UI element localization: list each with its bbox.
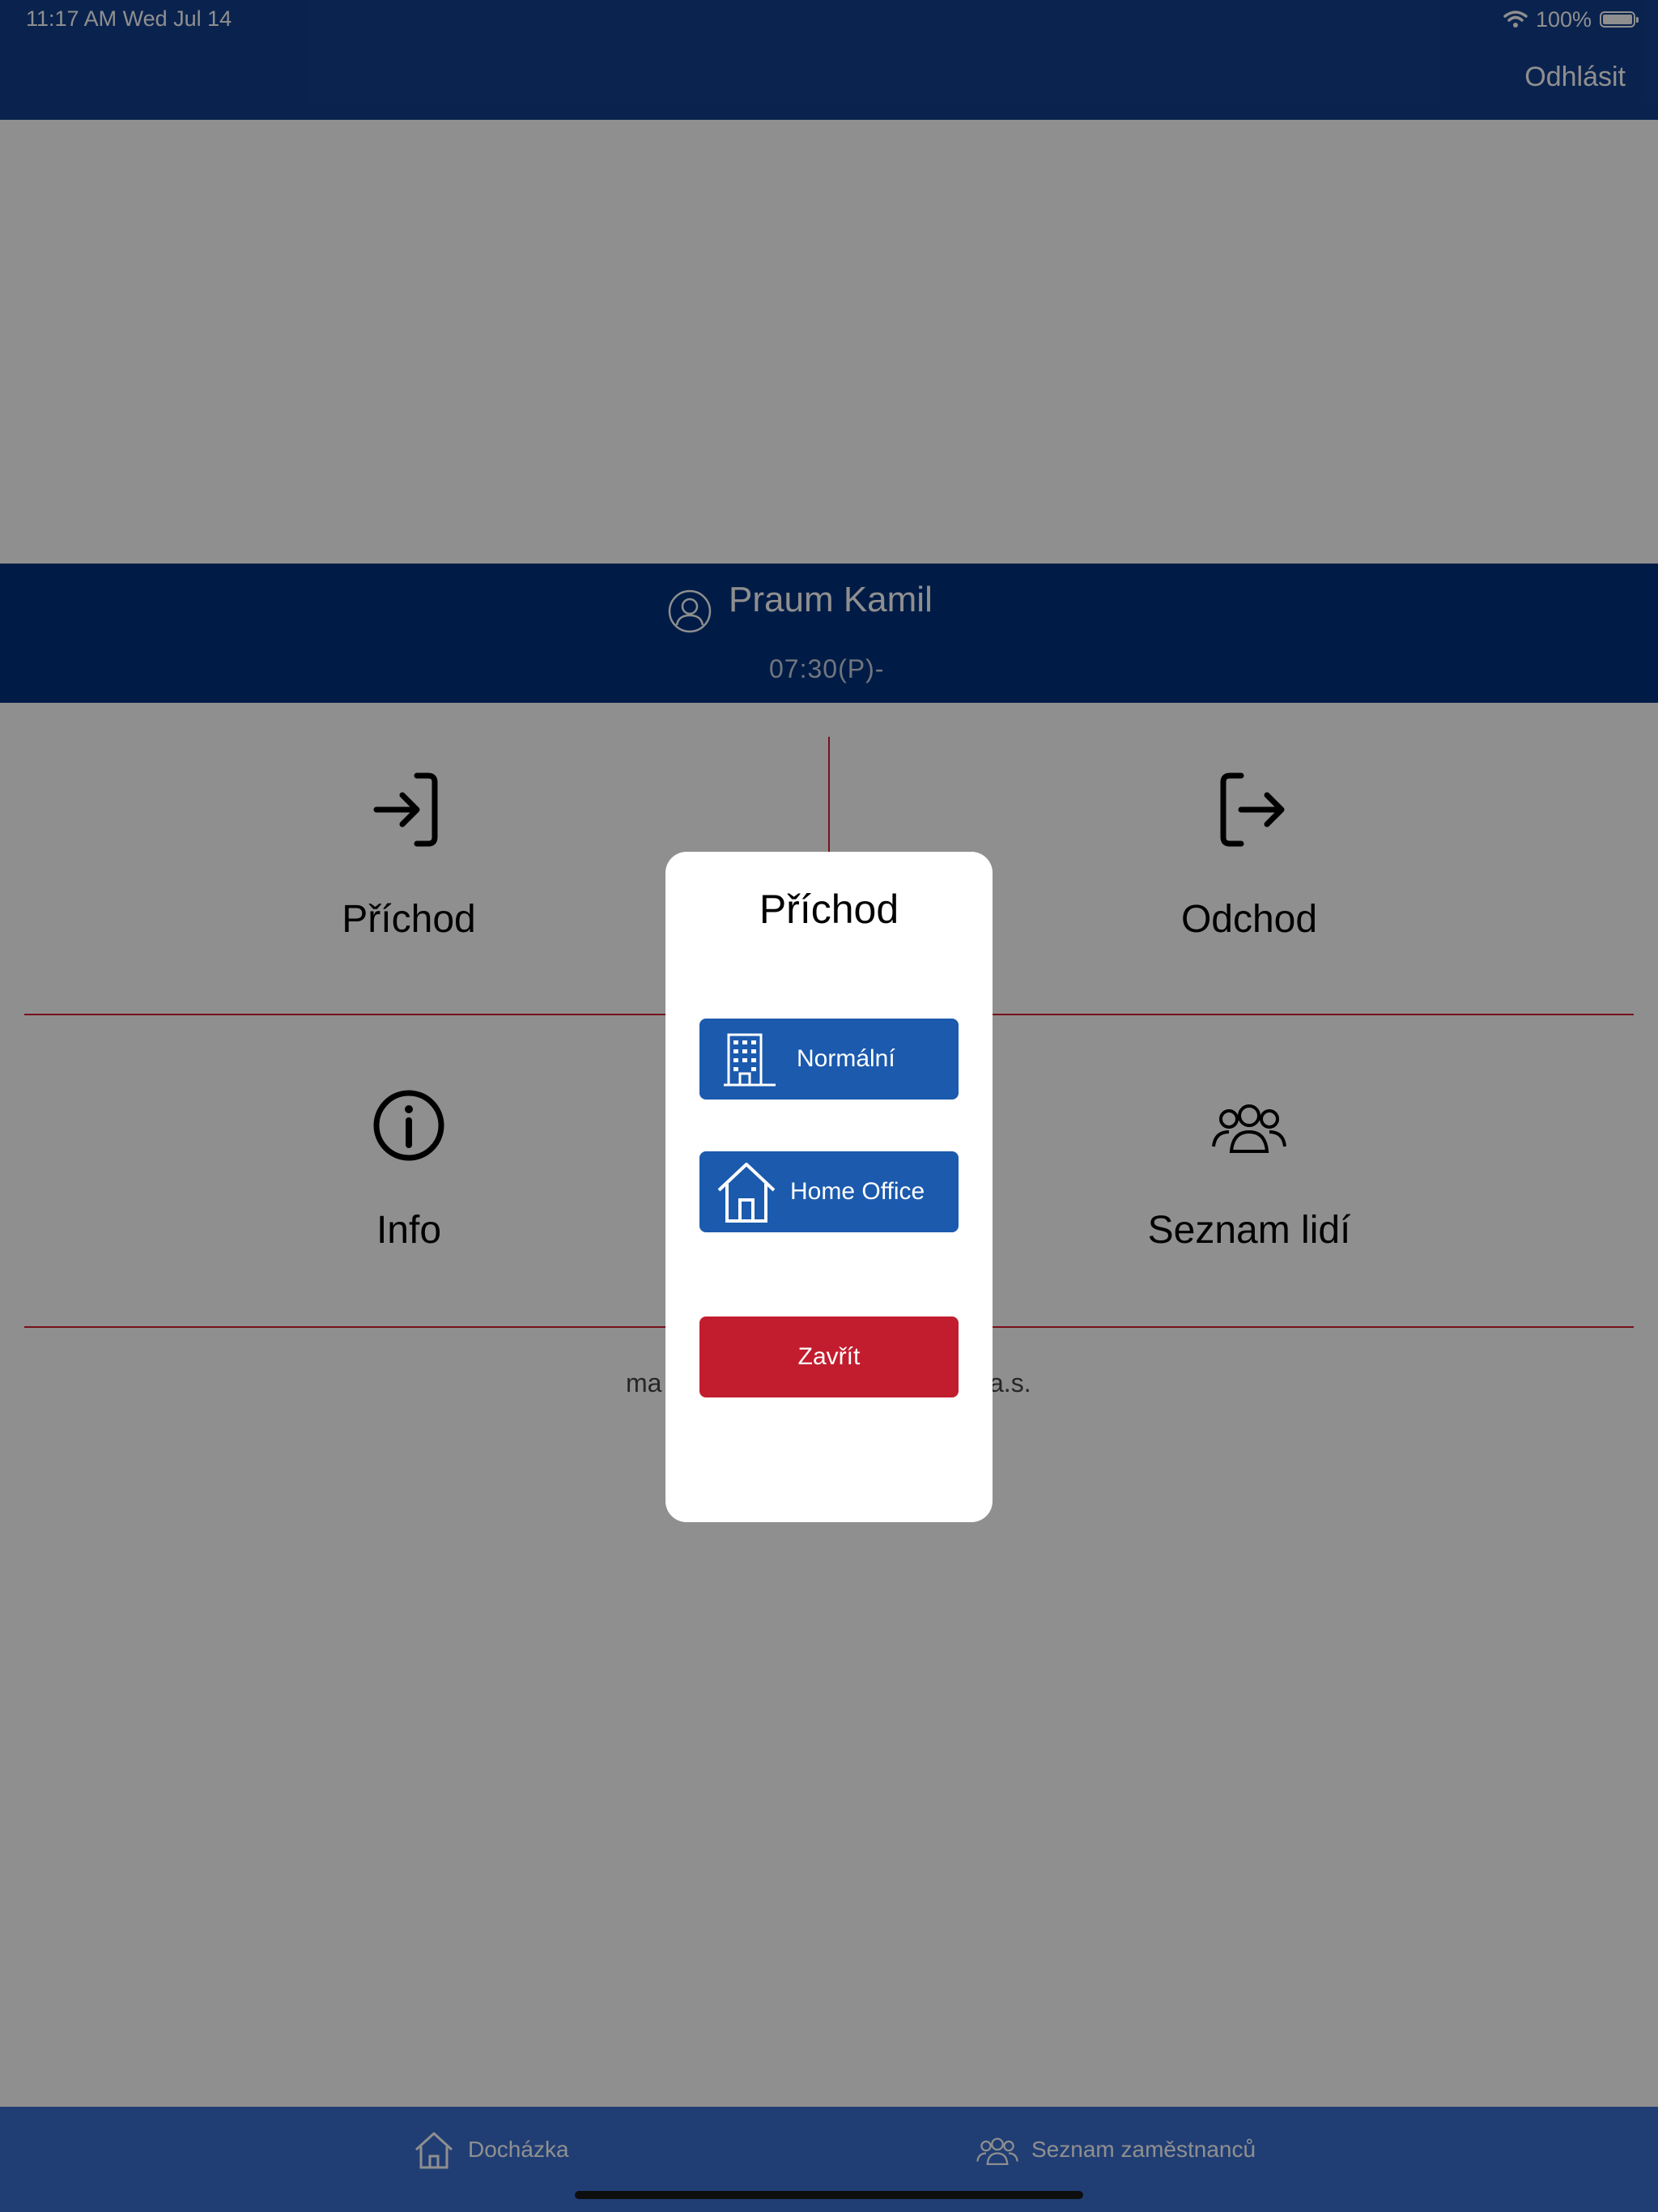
- dialog-title: Příchod: [759, 887, 899, 932]
- home-office-button[interactable]: Home Office: [699, 1151, 959, 1232]
- office-building-icon: [724, 1033, 776, 1087]
- close-button[interactable]: Zavřít: [699, 1317, 959, 1397]
- button-label: Normální: [797, 1045, 895, 1072]
- button-label: Home Office: [790, 1178, 925, 1205]
- button-label: Zavřít: [797, 1343, 861, 1370]
- arrival-dialog: Příchod Normální Home Office Zavřít: [665, 852, 993, 1522]
- normal-arrival-button[interactable]: Normální: [699, 1019, 959, 1100]
- house-icon: [717, 1163, 776, 1223]
